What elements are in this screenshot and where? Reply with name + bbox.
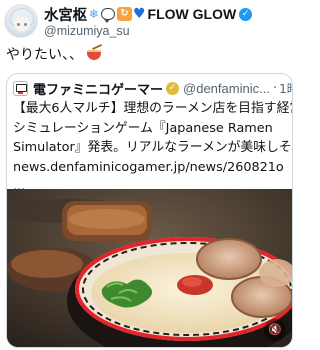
quoted-text-line: 【最大6人マルチ】理想のラーメン店を目指す経営 xyxy=(13,101,293,116)
quoted-author-avatar[interactable] xyxy=(13,80,28,96)
verified-badge-icon: ✓ xyxy=(239,7,253,21)
separator-dot: · xyxy=(272,80,278,96)
blue-heart-icon: ♥ xyxy=(132,6,146,22)
author-suffix-name[interactable]: FLOW GLOW xyxy=(148,6,237,22)
author-name-row[interactable]: 水宮枢 ❄ ↻ ♥ FLOW GLOW ✓ xyxy=(44,4,253,25)
post-text: やりたい、、 xyxy=(6,43,102,64)
quoted-link-line[interactable]: news.denfaminicogamer.jp/news/260821o xyxy=(13,158,289,178)
author-display-name[interactable]: 水宮枢 xyxy=(44,4,87,25)
quoted-author-handle[interactable]: @denfaminic... xyxy=(183,81,270,96)
post-header: 水宮枢 ❄ ↻ ♥ FLOW GLOW ✓ @mizumiya_su xyxy=(0,0,298,42)
speech-bubble-icon xyxy=(100,8,115,23)
quoted-post-time[interactable]: 1時間 xyxy=(279,80,292,97)
mute-icon[interactable]: 🔇 xyxy=(264,319,286,341)
repeat-icon: ↻ xyxy=(116,7,132,21)
ramen-bowl-image xyxy=(7,189,292,347)
quoted-post-card[interactable]: 電ファミニコゲーマー ✓ @denfaminic... · 1時間 【最大6人マ… xyxy=(6,73,293,348)
snowflake-icon: ❄ xyxy=(88,7,99,21)
quoted-text-line: シミュレーションゲーム『Japanese Ramen xyxy=(13,120,273,136)
quoted-author-name[interactable]: 電ファミニコゲーマー xyxy=(33,79,163,98)
ramen-icon xyxy=(86,43,102,60)
post-text-content: やりたい、、 xyxy=(6,47,83,63)
verified-gold-badge-icon: ✓ xyxy=(166,81,180,95)
quoted-post-header: 電ファミニコゲーマー ✓ @denfaminic... · 1時間 xyxy=(13,79,292,98)
quoted-text-line: Simulator』発表。リアルなラーメンが美味しそう xyxy=(13,140,293,155)
author-avatar[interactable] xyxy=(4,4,38,38)
quoted-post-text: 【最大6人マルチ】理想のラーメン店を目指す経営 シミュレーションゲーム『Japa… xyxy=(13,99,293,197)
author-handle[interactable]: @mizumiya_su xyxy=(44,24,130,38)
quoted-media-video[interactable]: 🔇 xyxy=(7,189,292,347)
